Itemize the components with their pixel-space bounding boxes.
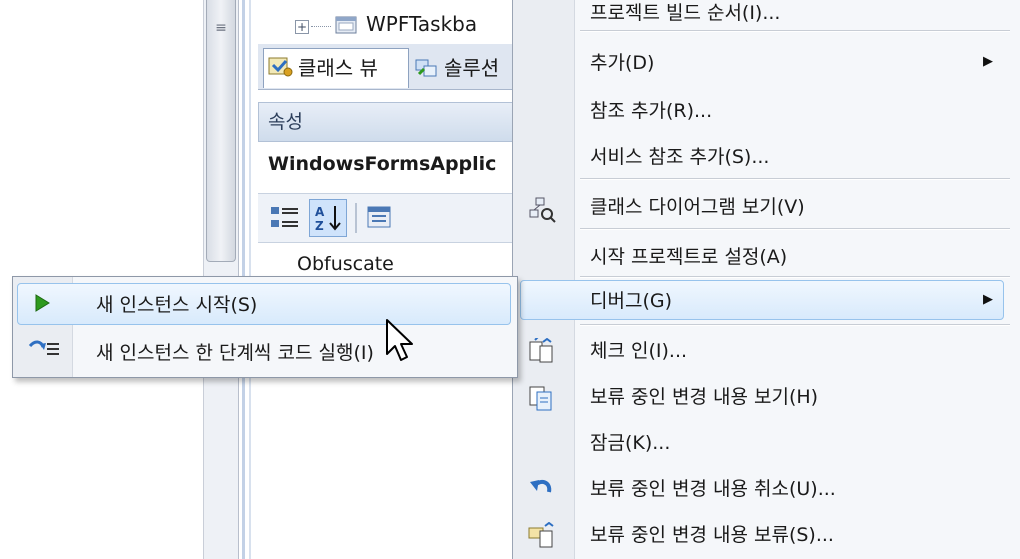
step-into-icon (27, 337, 61, 363)
toolbar-separator (355, 203, 357, 233)
svg-text:Z: Z (315, 219, 324, 233)
property-pages-icon[interactable] (364, 201, 396, 235)
properties-object-name: WindowsFormsApplic (268, 153, 497, 175)
menu-separator (580, 324, 1010, 326)
check-in-icon (527, 335, 557, 366)
vertical-scrollbar-thumb[interactable] (206, 0, 236, 262)
properties-title: 속성 (268, 111, 303, 133)
menu-item-lock[interactable]: 잠금(K)... (590, 428, 670, 458)
menu-item-project-build-order[interactable]: 프로젝트 빌드 순서(I)... (590, 0, 780, 28)
tree-connector (311, 26, 331, 28)
menu-item-add[interactable]: 추가(D) (590, 48, 654, 78)
menu-item-set-startup-project[interactable]: 시작 프로젝트로 설정(A) (590, 242, 787, 272)
menu-separator (580, 178, 1010, 180)
menu-separator (580, 276, 1010, 278)
menu-item-view-pending-changes[interactable]: 보류 중인 변경 내용 보기(H) (590, 382, 818, 412)
class-diagram-icon (527, 196, 557, 224)
tab-class-view-label: 클래스 뷰 (298, 56, 378, 80)
pending-changes-icon (527, 384, 557, 412)
menu-item-add-reference[interactable]: 참조 추가(R)... (590, 96, 712, 126)
menu-separator (580, 228, 1010, 230)
submenu-arrow-icon: ▶ (983, 292, 993, 307)
menu-separator (580, 30, 1010, 32)
play-icon (30, 291, 54, 315)
menu-item-view-class-diagram[interactable]: 클래스 다이어그램 보기(V) (590, 192, 805, 222)
submenu-item-start-new-instance[interactable]: 새 인스턴스 시작(S) (96, 290, 257, 317)
tab-solution-label: 솔루션 (444, 56, 500, 80)
project-icon (335, 14, 359, 36)
tree-expand-icon[interactable]: + (295, 20, 309, 34)
menu-item-check-in[interactable]: 체크 인(I)... (590, 336, 687, 366)
undo-icon (527, 476, 557, 504)
shelve-icon (527, 521, 557, 550)
class-view-icon (268, 55, 294, 79)
alphabetical-sort-icon[interactable]: A Z (309, 199, 347, 237)
solution-explorer-icon (414, 56, 440, 80)
submenu-arrow-icon: ▶ (983, 54, 993, 69)
svg-text:A: A (315, 205, 325, 219)
grip-icon[interactable]: ≡ (214, 20, 228, 36)
property-row-label[interactable]: Obfuscate (297, 253, 394, 275)
submenu-item-step-into-new-instance[interactable]: 새 인스턴스 한 단계씩 코드 실행(I) (96, 338, 374, 365)
submenu-highlight (17, 283, 511, 325)
categorized-icon[interactable] (268, 201, 302, 235)
menu-item-shelve-pending-changes[interactable]: 보류 중인 변경 내용 보류(S)... (590, 520, 834, 550)
menu-item-undo-pending-changes[interactable]: 보류 중인 변경 내용 취소(U)... (590, 474, 836, 504)
menu-item-debug[interactable]: 디버그(G) (590, 286, 672, 316)
menu-item-add-service-reference[interactable]: 서비스 참조 추가(S)... (590, 142, 769, 172)
tree-node-label[interactable]: WPFTaskba (366, 12, 516, 40)
mouse-cursor-icon (385, 318, 417, 364)
